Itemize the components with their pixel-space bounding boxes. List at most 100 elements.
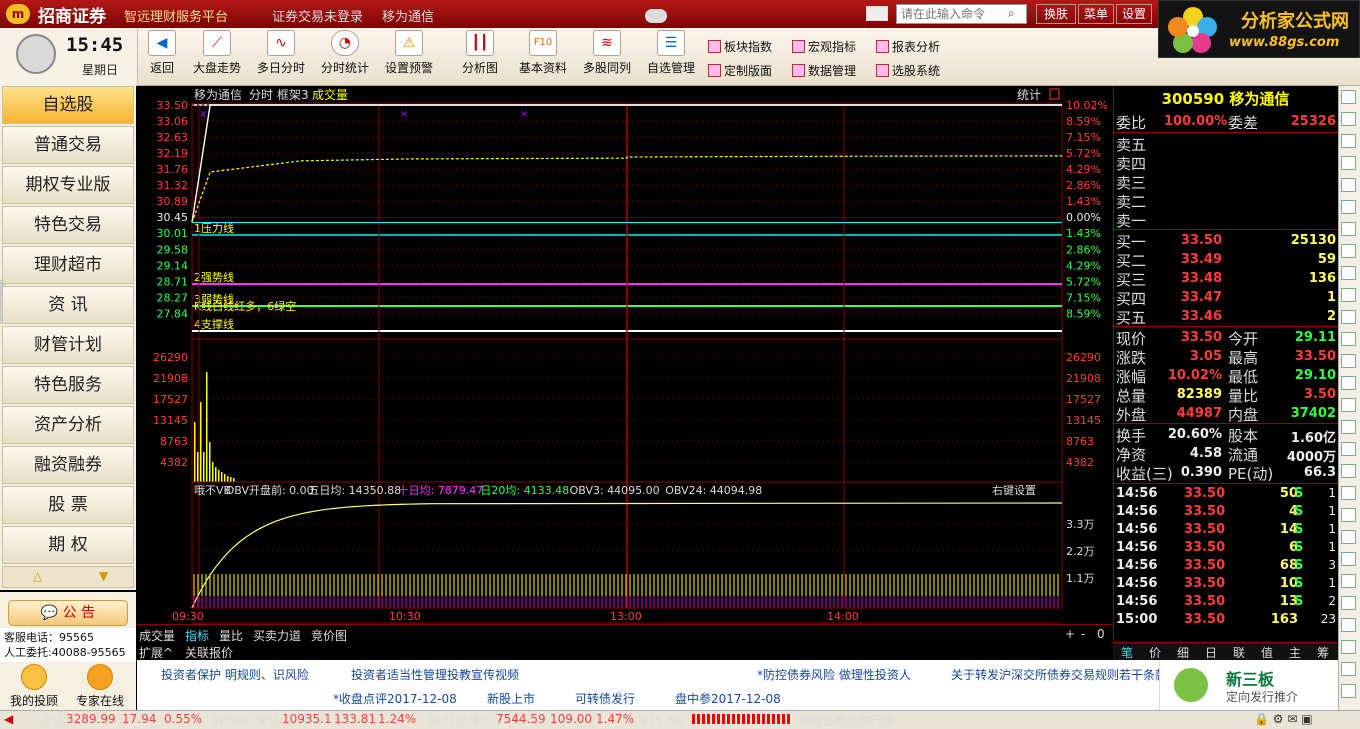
notice-button[interactable]: 💬 公 告 — [8, 600, 128, 626]
new-third-board-ad[interactable]: 新三板 定向发行推介 — [1159, 660, 1338, 710]
f10-basic-info-button[interactable]: F10 基本资料 — [514, 30, 572, 76]
back-button[interactable]: ◀ 返回 — [145, 30, 179, 76]
side-tool-icon[interactable] — [1341, 376, 1356, 390]
zoom-button[interactable]: + — [1065, 627, 1075, 641]
sector-index-link[interactable]: 板块指数 — [708, 38, 772, 55]
side-tool-icon[interactable] — [1341, 266, 1356, 280]
side-tool-icon[interactable] — [1341, 552, 1356, 566]
side-tool-icon[interactable] — [1341, 288, 1356, 302]
status-tools-icon[interactable]: 🔒 ⚙ ✉ ▣ — [1254, 712, 1313, 726]
ad-banner-88gs[interactable]: 分析家公式网 www.88gs.com — [1158, 0, 1360, 58]
quote-tab[interactable]: 筹 — [1309, 644, 1337, 661]
nav-up-icon[interactable]: △ — [33, 569, 42, 583]
nav-down-icon[interactable]: ▼ — [99, 569, 108, 583]
quote-tab[interactable]: 价 — [1141, 644, 1169, 661]
quote-tab[interactable]: 值 — [1253, 644, 1281, 661]
side-tool-icon[interactable] — [1341, 530, 1356, 544]
side-tool-icon[interactable] — [1341, 618, 1356, 632]
nav-item[interactable]: 资 讯 — [2, 286, 134, 324]
side-tool-icon[interactable] — [1341, 464, 1356, 478]
zx-pct: 1.47% — [596, 712, 635, 726]
data-manage-link[interactable]: 数据管理 — [792, 62, 856, 79]
side-tool-icon[interactable] — [1341, 134, 1356, 148]
chart-stat-button[interactable]: 统计 — [1017, 88, 1041, 102]
side-tool-icon[interactable] — [1341, 112, 1356, 126]
tick-volume: 163 — [1270, 612, 1298, 627]
side-tool-icon[interactable] — [1341, 398, 1356, 412]
side-tool-icon[interactable] — [1341, 662, 1356, 676]
quote-tab[interactable]: 日 — [1197, 644, 1225, 661]
zoom-button[interactable]: 0 — [1097, 627, 1105, 641]
settings-button[interactable]: 设置 — [1116, 4, 1152, 24]
multi-day-button[interactable]: ∿ 多日分时 — [252, 30, 310, 76]
ticker-item[interactable]: 投资者保护 明规则、识风险 — [161, 666, 309, 683]
intraday-stats-button[interactable]: ◔ 分时统计 — [316, 30, 374, 76]
side-tool-icon[interactable] — [1341, 90, 1356, 104]
keyboard-icon[interactable] — [866, 6, 888, 21]
obv-settings-button[interactable]: 右键设置 — [992, 483, 1036, 497]
nav-item[interactable]: 期 权 — [2, 526, 134, 564]
nav-item[interactable]: 特色服务 — [2, 366, 134, 404]
ticker-item[interactable]: *收盘点评2017-12-08 — [333, 690, 457, 707]
nav-item[interactable]: 股 票 — [2, 486, 134, 524]
nav-item[interactable]: 期权专业版 — [2, 166, 134, 204]
tick-time: 14:56 — [1116, 540, 1158, 555]
side-tool-icon[interactable] — [1341, 354, 1356, 368]
nav-item[interactable]: 融资融券 — [2, 446, 134, 484]
nav-item[interactable]: 资产分析 — [2, 406, 134, 444]
collapse-toggle-icon[interactable] — [645, 9, 667, 23]
search-icon[interactable]: ⌕ — [1008, 6, 1015, 21]
custom-layout-link[interactable]: 定制版面 — [708, 62, 772, 79]
multi-stock-button[interactable]: ≋ 多股同列 — [578, 30, 636, 76]
quote-tab[interactable]: 笔 — [1113, 644, 1141, 661]
side-tool-icon[interactable] — [1341, 442, 1356, 456]
zoom-button[interactable]: - — [1081, 627, 1085, 641]
login-status[interactable]: 证券交易未登录 — [272, 6, 363, 25]
expert-online-button[interactable]: 专家在线 — [72, 662, 128, 709]
skin-button[interactable]: 换肤 — [1036, 4, 1076, 24]
stock-picker-link[interactable]: 选股系统 — [876, 62, 940, 79]
ticker-item[interactable]: 盘中参2017-12-08 — [675, 690, 781, 707]
side-tool-icon[interactable] — [1341, 332, 1356, 346]
report-analysis-link[interactable]: 报表分析 — [876, 38, 940, 55]
side-tool-icon[interactable] — [1341, 178, 1356, 192]
ticker-item[interactable]: 投资者适当性管理投教宣传视频 — [351, 666, 519, 683]
market-trend-button[interactable]: ⟋ 大盘走势 — [188, 30, 246, 76]
ticker-item[interactable]: 关于转发沪深交所债券交易规则若干条款 — [951, 666, 1159, 683]
nav-item[interactable]: 普通交易 — [2, 126, 134, 164]
chart-close-icon[interactable] — [1049, 88, 1060, 100]
watchlist-manage-button[interactable]: ☰ 自选管理 — [642, 30, 700, 76]
nav-item[interactable]: 特色交易 — [2, 206, 134, 244]
side-tool-icon[interactable] — [1341, 244, 1356, 258]
quote-tab[interactable]: 细 — [1169, 644, 1197, 661]
side-tool-icon[interactable] — [1341, 420, 1356, 434]
menu-button[interactable]: 菜单 — [1078, 4, 1114, 24]
nav-item[interactable]: 理财超市 — [2, 246, 134, 284]
status-arrow-icon[interactable]: ◀ — [4, 712, 13, 726]
nav-item[interactable]: 自选股 — [2, 86, 134, 124]
nav-item[interactable]: 财管计划 — [2, 326, 134, 364]
my-advisor-button[interactable]: 我的投顾 — [6, 662, 62, 709]
alert-settings-button[interactable]: ⚠ 设置预警 — [380, 30, 438, 76]
side-tool-icon[interactable] — [1341, 508, 1356, 522]
side-tool-icon[interactable] — [1341, 684, 1356, 698]
extension-tab[interactable]: 关联报价 — [185, 644, 233, 661]
side-tool-icon[interactable] — [1341, 640, 1356, 654]
ticker-item[interactable]: *防控债券风险 做理性投资人 — [757, 666, 911, 683]
side-tool-icon[interactable] — [1341, 200, 1356, 214]
quote-tab[interactable]: 联 — [1225, 644, 1253, 661]
side-tool-icon[interactable] — [1341, 222, 1356, 236]
quote-tab[interactable]: 主 — [1281, 644, 1309, 661]
side-tool-icon[interactable] — [1341, 310, 1356, 324]
ticker-item[interactable]: 新股上市 — [487, 690, 535, 707]
macro-indicator-link[interactable]: 宏观指标 — [792, 38, 856, 55]
side-tool-icon[interactable] — [1341, 596, 1356, 610]
ticker-item[interactable]: 可转债发行 — [575, 690, 635, 707]
analysis-chart-button[interactable]: ┃┃ 分析图 — [456, 30, 504, 76]
chart-svg[interactable]: 移为通信 分时 框架3 成交量 统计 33.50 10.02% 33.06 8.59% 32.63… — [137, 87, 1113, 625]
side-tool-icon[interactable] — [1341, 574, 1356, 588]
intraday-chart[interactable]: 移为通信 分时 框架3 成交量 统计 33.50 10.02% 33.06 8.59% 32.63… — [137, 87, 1113, 625]
extension-tab[interactable]: 扩展^ — [139, 644, 173, 661]
side-tool-icon[interactable] — [1341, 156, 1356, 170]
side-tool-icon[interactable] — [1341, 486, 1356, 500]
